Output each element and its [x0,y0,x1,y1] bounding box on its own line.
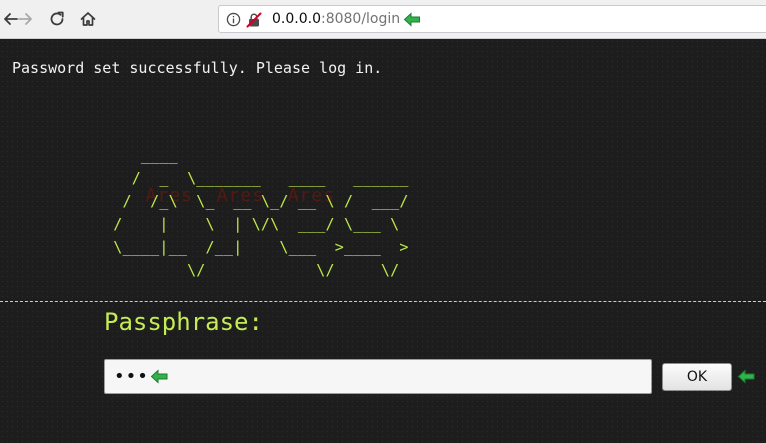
passphrase-label: Passphrase: [104,308,263,336]
green-pointer-arrow-icon [150,369,168,384]
home-icon [80,12,96,26]
url-port-path: :8080/login [320,11,401,27]
insecure-connection-icon[interactable] [246,12,262,28]
url-text[interactable]: 0.0.0.0:8080/login [272,11,400,28]
green-pointer-arrow-icon [737,369,755,384]
info-icon[interactable] [226,12,241,27]
forward-arrow-icon [18,13,32,25]
status-message: Password set successfully. Please log in… [12,59,383,77]
url-host: 0.0.0.0 [272,11,321,27]
section-divider [0,301,766,302]
address-bar[interactable]: 0.0.0.0:8080/login [218,5,766,33]
ok-button[interactable]: OK [662,363,732,391]
green-pointer-arrow-icon [403,12,420,27]
passphrase-input[interactable] [104,359,652,394]
forward-button[interactable] [12,6,38,32]
home-button[interactable] [75,6,101,32]
reload-icon [50,11,64,26]
browser-toolbar: 0.0.0.0:8080/login [0,0,766,39]
reload-button[interactable] [44,6,70,32]
ascii-logo: ____ / _ \_______ ____ ______ / /_\ \_ _… [113,146,409,279]
